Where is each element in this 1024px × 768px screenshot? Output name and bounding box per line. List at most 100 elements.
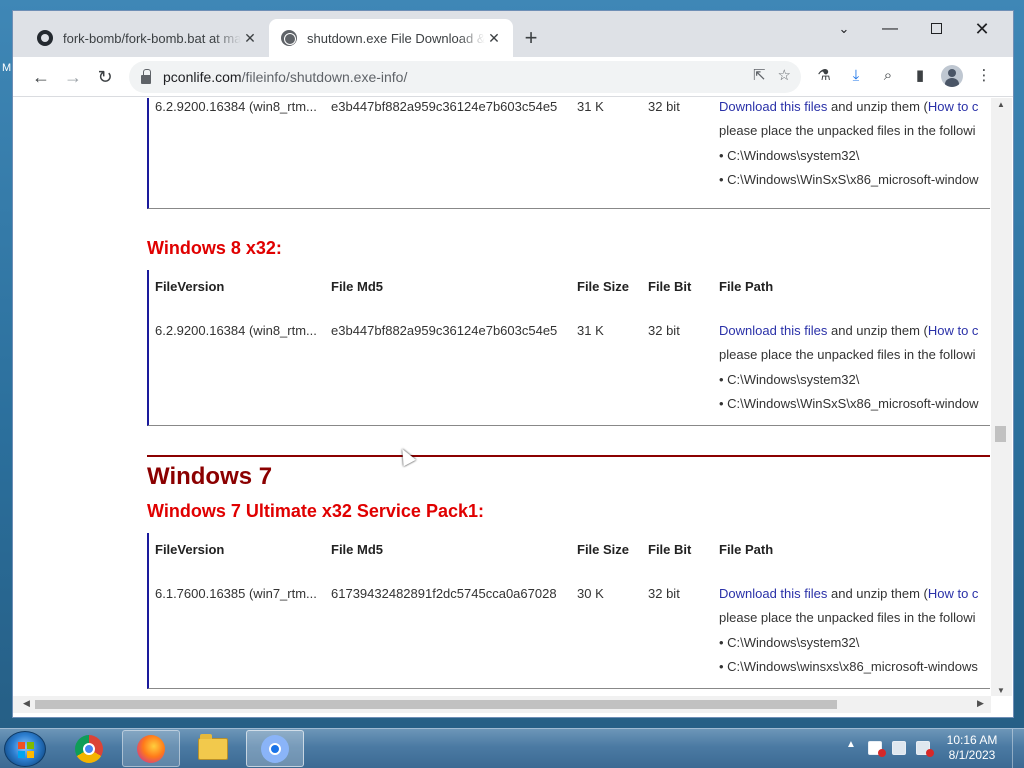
path-line-download: Download this files and unzip them (How … <box>719 323 978 338</box>
desktop-edge-text: M <box>2 62 12 74</box>
tab-close-icon[interactable]: ✕ <box>485 30 503 47</box>
browser-window: fork-bomb/fork-bomb.bat at ma ✕ shutdown… <box>12 10 1014 718</box>
unzip-text: and unzip them ( <box>827 586 928 601</box>
path-line-download: Download this files and unzip them (How … <box>719 99 978 114</box>
section-heading: Windows 8 x32: <box>147 238 282 258</box>
how-to-link[interactable]: How to c <box>928 99 979 114</box>
profile-avatar[interactable] <box>941 65 963 87</box>
close-window-button[interactable]: ✕ <box>959 15 1005 43</box>
file-version: 6.2.9200.16384 (win8_rtm... <box>155 323 317 338</box>
address-bar[interactable]: pconlife.com /fileinfo/shutdown.exe-info… <box>129 61 801 93</box>
col-header-size: File Size <box>577 542 630 557</box>
url-host: pconlife.com <box>163 69 242 85</box>
file-table: 6.2.9200.16384 (win8_rtm... e3b447bf882a… <box>147 98 990 209</box>
file-md5: e3b447bf882a959c36124e7b603c54e5 <box>331 99 558 114</box>
scroll-down-arrow-icon[interactable]: ▼ <box>997 686 1005 695</box>
section-heading: Windows 7 Ultimate x32 Service Pack1: <box>147 501 484 521</box>
download-icon[interactable]: ⤓ <box>845 65 867 87</box>
tab-search-icon[interactable]: ⌄ <box>821 15 867 43</box>
new-tab-button[interactable]: + <box>517 25 545 53</box>
back-arrow-icon[interactable]: ← <box>27 63 55 91</box>
menu-kebab-icon[interactable]: ⋮ <box>973 65 995 87</box>
file-version: 6.1.7600.16385 (win7_rtm... <box>155 586 317 601</box>
col-header-path: File Path <box>719 279 774 294</box>
side-panel-icon[interactable]: ▮ <box>909 65 931 87</box>
horizontal-scrollbar[interactable]: ◀ ▶ <box>13 696 991 713</box>
chromium-icon <box>261 734 289 763</box>
path-system32: • C:\Windows\system32\ <box>719 148 860 163</box>
how-to-link[interactable]: How to c <box>928 586 979 601</box>
forward-arrow-icon[interactable]: → <box>59 63 87 91</box>
download-files-link[interactable]: Download this files <box>719 99 827 114</box>
path-line-place: please place the unpacked files in the f… <box>719 347 976 362</box>
file-size: 31 K <box>577 99 604 114</box>
url-path: /fileinfo/shutdown.exe-info/ <box>241 69 408 85</box>
search-icon[interactable]: ⌕ <box>877 65 899 87</box>
col-header-md5: File Md5 <box>331 279 384 294</box>
file-md5: 61739432482891f2dc5745cca0a67028 <box>331 586 557 601</box>
section-divider <box>147 455 990 457</box>
lock-icon[interactable] <box>141 68 151 84</box>
windows-logo-icon <box>18 742 34 758</box>
file-md5: e3b447bf882a959c36124e7b603c54e5 <box>331 323 558 338</box>
col-header-size: File Size <box>577 279 630 294</box>
globe-icon <box>281 30 297 46</box>
folder-icon <box>198 733 228 760</box>
share-icon[interactable]: ⇱ <box>753 66 766 84</box>
col-header-bit: File Bit <box>648 279 692 294</box>
github-icon <box>37 30 53 46</box>
mute-x-icon <box>926 749 934 757</box>
clock-time: 10:16 AM <box>946 733 998 747</box>
path-line-download: Download this files and unzip them (How … <box>719 586 978 601</box>
network-icon[interactable] <box>892 741 906 755</box>
file-version: 6.2.9200.16384 (win8_rtm... <box>155 99 317 114</box>
tab-fork-bomb[interactable]: fork-bomb/fork-bomb.bat at ma ✕ <box>25 19 269 57</box>
vertical-scrollbar[interactable]: ▲ ▼ <box>991 98 1012 696</box>
vertical-scroll-thumb[interactable] <box>995 426 1006 442</box>
file-size: 30 K <box>577 586 604 601</box>
maximize-button[interactable] <box>913 15 959 43</box>
scroll-left-arrow-icon[interactable]: ◀ <box>23 698 30 709</box>
taskbar-chrome[interactable] <box>60 730 118 767</box>
firefox-icon <box>137 734 165 763</box>
col-header-fileversion: FileVersion <box>155 279 225 294</box>
unzip-text: and unzip them ( <box>827 323 928 338</box>
show-desktop-button[interactable] <box>1012 729 1024 768</box>
taskbar-firefox[interactable] <box>122 730 180 767</box>
horizontal-scroll-thumb[interactable] <box>35 700 837 709</box>
unzip-text: and unzip them ( <box>827 99 928 114</box>
path-winsxs: • C:\Windows\winsxs\x86_microsoft-window… <box>719 659 978 674</box>
clock[interactable]: 10:16 AM 8/1/2023 <box>944 733 1000 763</box>
how-to-link[interactable]: How to c <box>928 323 979 338</box>
file-bit: 32 bit <box>648 99 680 114</box>
taskbar-explorer[interactable] <box>184 730 242 767</box>
col-header-path: File Path <box>719 542 774 557</box>
system-tray: ▲ 10:16 AM 8/1/2023 <box>840 729 1024 768</box>
reload-icon[interactable]: ↻ <box>91 63 119 91</box>
download-files-link[interactable]: Download this files <box>719 323 827 338</box>
os-heading: Windows 7 <box>147 463 273 490</box>
download-files-link[interactable]: Download this files <box>719 586 827 601</box>
col-header-bit: File Bit <box>648 542 692 557</box>
tab-shutdown-exe[interactable]: shutdown.exe File Download & F ✕ <box>269 19 513 57</box>
labs-flask-icon[interactable]: ⚗ <box>813 65 835 87</box>
tab-strip: fork-bomb/fork-bomb.bat at ma ✕ shutdown… <box>13 11 1013 57</box>
maximize-icon <box>930 23 942 35</box>
bookmark-star-icon[interactable]: ☆ <box>778 66 791 84</box>
scroll-right-arrow-icon[interactable]: ▶ <box>977 698 984 709</box>
taskbar: ▲ 10:16 AM 8/1/2023 <box>0 728 1024 768</box>
start-button[interactable] <box>4 731 46 767</box>
show-hidden-icons-icon[interactable]: ▲ <box>846 739 856 750</box>
chrome-icon <box>75 734 103 763</box>
file-size: 31 K <box>577 323 604 338</box>
minimize-button[interactable]: — <box>867 15 913 43</box>
file-bit: 32 bit <box>648 586 680 601</box>
path-line-place: please place the unpacked files in the f… <box>719 123 976 138</box>
tab-title: fork-bomb/fork-bomb.bat at ma <box>63 30 241 46</box>
browser-toolbar: ← → ↻ pconlife.com /fileinfo/shutdown.ex… <box>13 57 1013 97</box>
taskbar-chromium-active[interactable] <box>246 730 304 767</box>
scroll-up-arrow-icon[interactable]: ▲ <box>997 100 1005 109</box>
file-bit: 32 bit <box>648 323 680 338</box>
page-content: 6.2.9200.16384 (win8_rtm... e3b447bf882a… <box>13 98 990 696</box>
tab-close-icon[interactable]: ✕ <box>241 30 259 47</box>
